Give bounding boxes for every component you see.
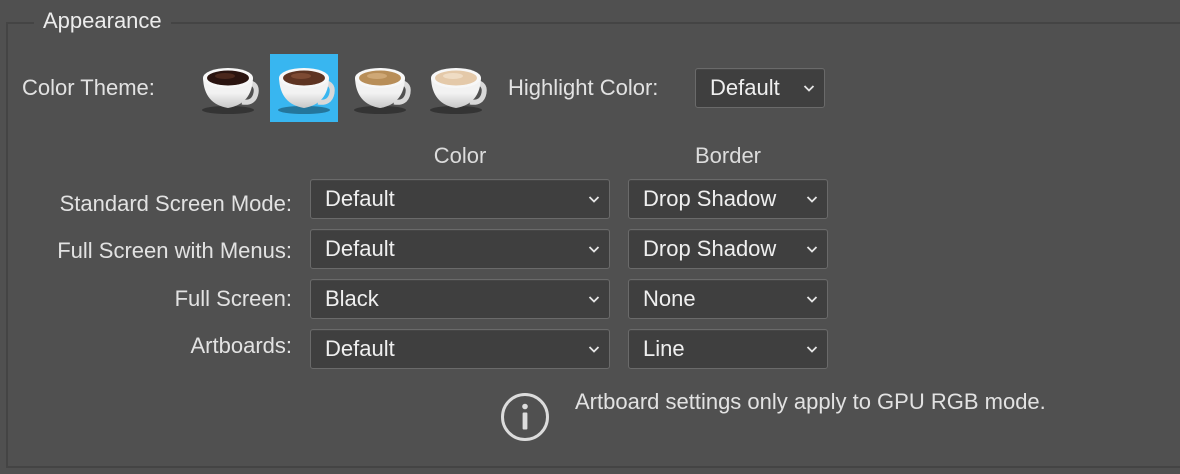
color-theme-label: Color Theme:: [22, 75, 155, 100]
coffee-cup-darkest-icon: [202, 68, 259, 114]
chevron-down-icon: [588, 296, 600, 303]
full-screen-border-value: None: [643, 286, 696, 311]
appearance-panel: Appearance Color Theme: Highlight Color:…: [0, 0, 1180, 474]
chevron-down-icon: [806, 346, 818, 353]
coffee-cup-lightest-icon: [430, 68, 487, 114]
artboards-border-value: Line: [643, 336, 685, 361]
full-screen-color-value: Black: [325, 286, 379, 311]
theme-darkest-button[interactable]: [194, 54, 262, 122]
artboard-note-text: Artboard settings only apply to GPU RGB …: [575, 389, 1046, 414]
chevron-down-icon: [803, 85, 815, 92]
coffee-cup-light-icon: [354, 68, 411, 114]
artboards-color-value: Default: [325, 336, 395, 361]
chevron-down-icon: [588, 246, 600, 253]
artboards-label: Artboards:: [190, 333, 293, 358]
highlight-color-dropdown[interactable]: Default: [695, 68, 825, 108]
theme-lightest-button[interactable]: [422, 54, 490, 122]
chevron-down-icon: [806, 196, 818, 203]
column-header-border: Border: [694, 143, 762, 168]
standard-screen-mode-border-dropdown[interactable]: Drop Shadow: [628, 179, 828, 219]
chevron-down-icon: [806, 296, 818, 303]
theme-dark-button[interactable]: [270, 54, 338, 122]
standard-screen-mode-label: Standard Screen Mode:: [59, 191, 292, 216]
full-screen-with-menus-label: Full Screen with Menus:: [57, 238, 292, 263]
standard-screen-mode-border-value: Drop Shadow: [643, 186, 777, 211]
chevron-down-icon: [806, 246, 818, 253]
standard-screen-mode-color-dropdown[interactable]: Default: [310, 179, 610, 219]
highlight-color-label: Highlight Color:: [508, 75, 659, 100]
group-title: Appearance: [34, 6, 171, 36]
coffee-cup-dark-icon: [278, 68, 335, 114]
theme-light-button[interactable]: [346, 54, 414, 122]
full-screen-with-menus-color-value: Default: [325, 236, 395, 261]
chevron-down-icon: [588, 196, 600, 203]
info-icon: [501, 393, 549, 441]
full-screen-border-dropdown[interactable]: None: [628, 279, 828, 319]
column-header-color: Color: [433, 143, 487, 168]
full-screen-label: Full Screen:: [174, 286, 292, 311]
artboards-border-dropdown[interactable]: Line: [628, 329, 828, 369]
full-screen-with-menus-border-dropdown[interactable]: Drop Shadow: [628, 229, 828, 269]
highlight-color-value: Default: [710, 75, 780, 100]
full-screen-color-dropdown[interactable]: Black: [310, 279, 610, 319]
chevron-down-icon: [588, 346, 600, 353]
artboards-color-dropdown[interactable]: Default: [310, 329, 610, 369]
full-screen-with-menus-border-value: Drop Shadow: [643, 236, 777, 261]
standard-screen-mode-color-value: Default: [325, 186, 395, 211]
full-screen-with-menus-color-dropdown[interactable]: Default: [310, 229, 610, 269]
